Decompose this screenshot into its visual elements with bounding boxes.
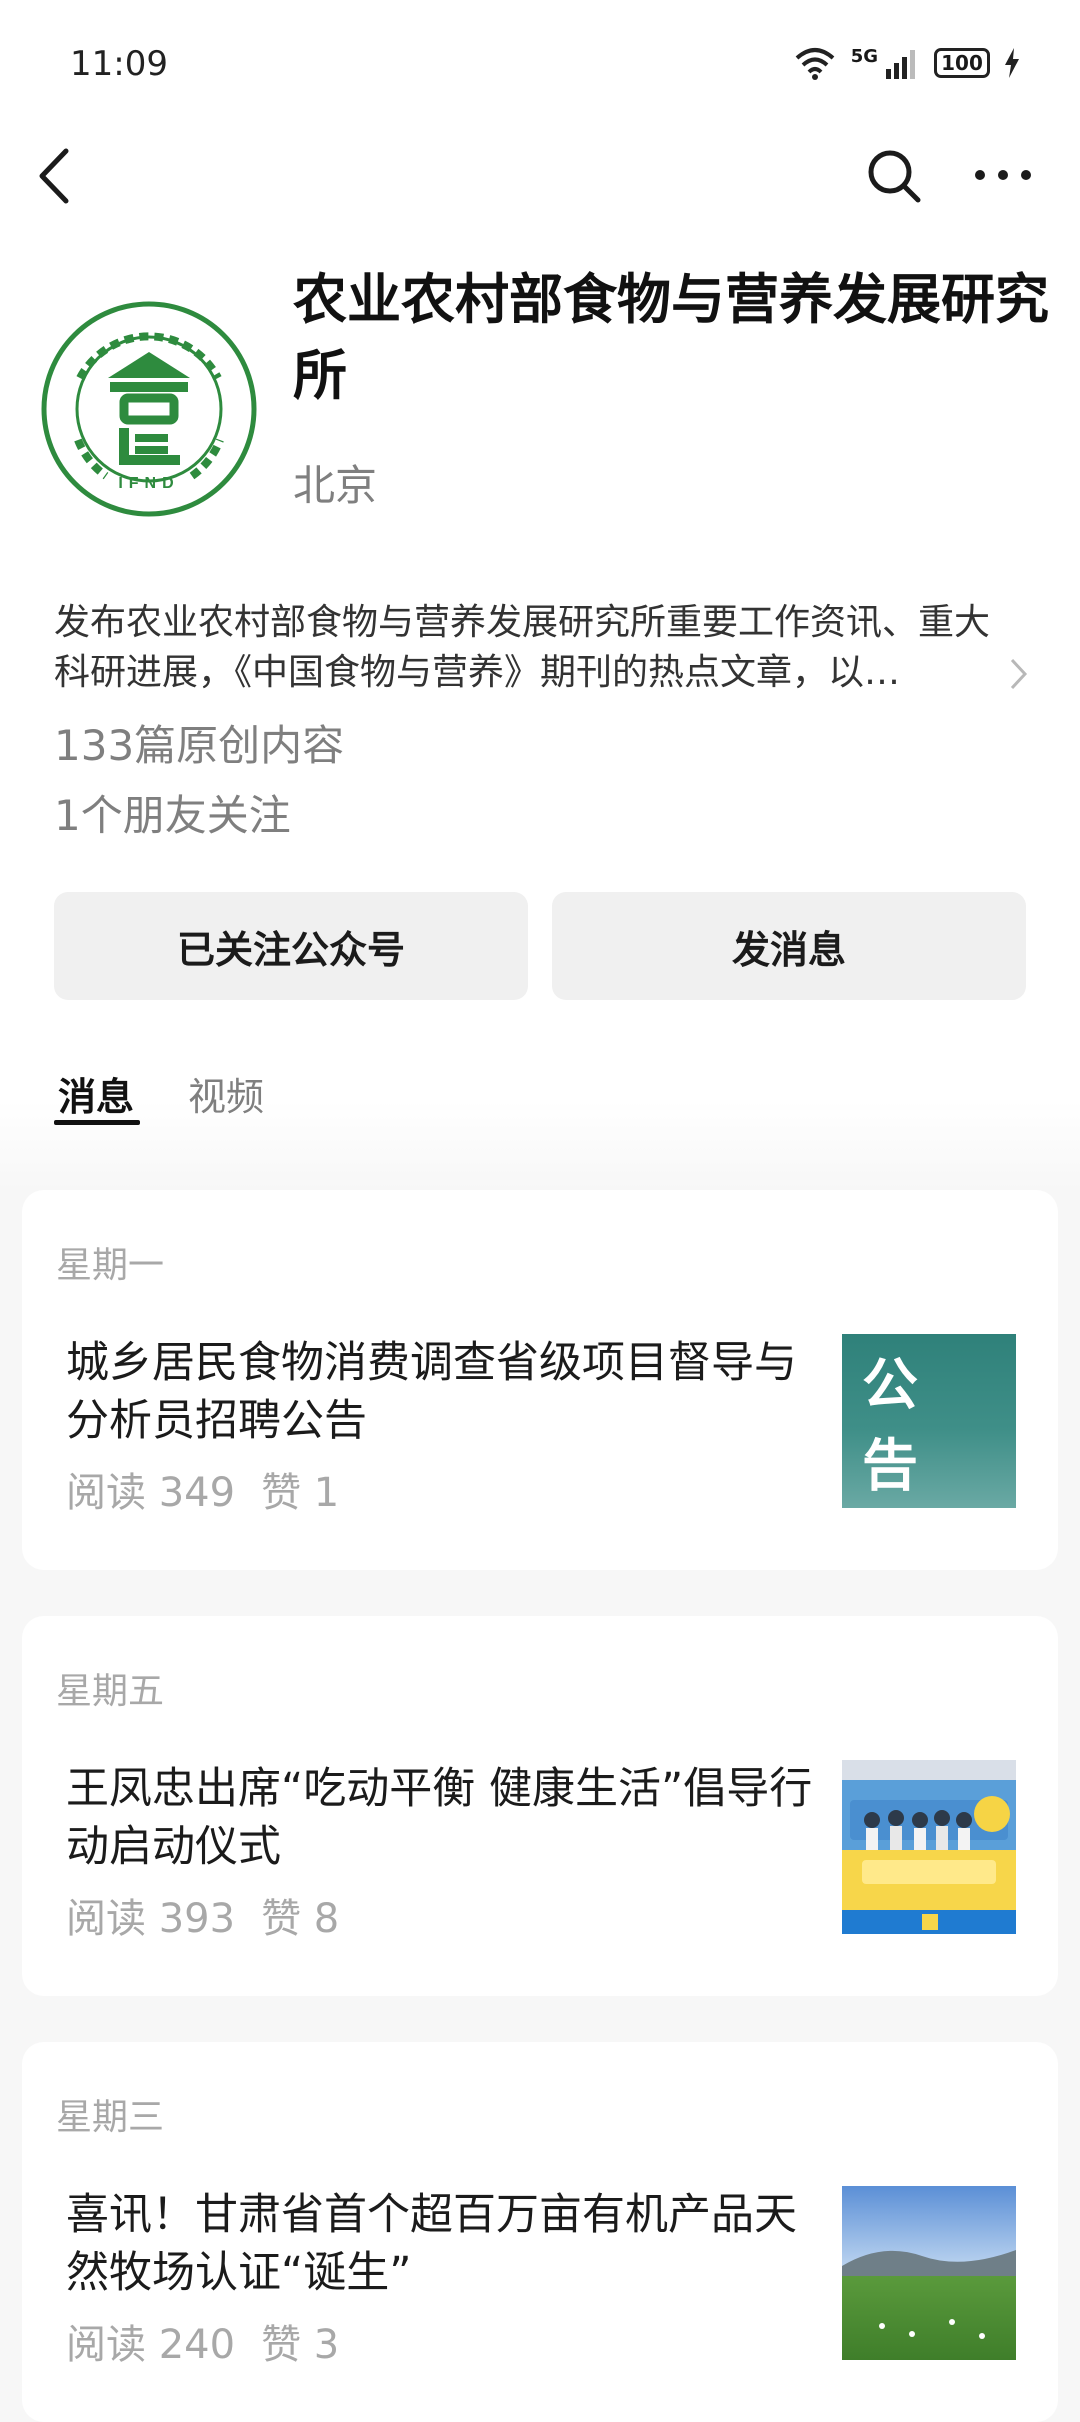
chevron-right-icon[interactable] [1008,656,1030,692]
signal-icon [886,50,915,79]
tab-messages[interactable]: 消息 [58,1066,134,1121]
article-thumbnail[interactable]: 公告 [842,1334,1016,1508]
battery-level: 100 [941,51,983,75]
article-card[interactable]: 星期三 喜讯！甘肃省首个超百万亩有机产品天然牧场认证“诞生” 阅读 240 赞 3 [22,2042,1058,2422]
article-thumbnail[interactable] [842,1760,1016,1934]
article-title[interactable]: 城乡居民食物消费调查省级项目督导与分析员招聘公告 [66,1334,836,1450]
account-location: 北京 [293,461,378,510]
logo-letters: IFND [118,475,179,492]
account-name: 农业农村部食物与营养发展研究所 [293,268,1049,407]
article-title[interactable]: 喜讯！甘肃省首个超百万亩有机产品天然牧场认证“诞生” [66,2186,836,2302]
article-stats: 阅读 349 赞 1 [66,1460,339,1518]
friends-following-count[interactable]: 1个朋友关注 [54,782,291,843]
tab-videos[interactable]: 视频 [188,1066,264,1121]
more-options-icon[interactable] [972,160,1034,190]
article-date: 星期三 [56,2097,165,2138]
article-date: 星期一 [56,1245,165,1286]
status-icons: 5G 100 [793,46,1020,80]
read-count: 阅读 393 [66,1896,236,1942]
battery-icon: 100 [934,48,990,78]
like-count: 赞 8 [261,1896,340,1942]
search-icon[interactable] [866,148,922,204]
like-count: 赞 3 [261,2322,340,2368]
charging-icon [1005,48,1019,78]
article-title[interactable]: 王凤忠出席“吃动平衡 健康生活”倡导行动启动仪式 [66,1760,836,1876]
read-count: 阅读 240 [66,2322,236,2368]
like-count: 赞 1 [261,1470,340,1516]
send-message-button[interactable]: 发消息 [552,892,1026,1000]
status-time: 11:09 [70,44,168,84]
article-card[interactable]: 星期五 王凤忠出席“吃动平衡 健康生活”倡导行动启动仪式 阅读 393 赞 8 [22,1616,1058,1996]
article-stats: 阅读 393 赞 8 [66,1886,339,1944]
account-logo-avatar[interactable]: IFND [40,300,258,518]
account-description[interactable]: 发布农业农村部食物与营养发展研究所重要工作资讯、重大科研进展，《中国食物与营养》… [54,598,1004,698]
article-card[interactable]: 星期一 城乡居民食物消费调查省级项目督导与分析员招聘公告 阅读 349 赞 1 公… [22,1190,1058,1570]
network-label: 5G [850,46,878,67]
followed-button[interactable]: 已关注公众号 [54,892,528,1000]
article-thumbnail[interactable] [842,2186,1016,2360]
back-arrow-icon[interactable] [30,145,80,207]
original-content-count[interactable]: 133篇原创内容 [54,712,344,773]
read-count: 阅读 349 [66,1470,236,1516]
header-fade [0,1100,1080,1190]
thumbnail-notice-text: 公告 [862,1352,944,1499]
article-date: 星期五 [56,1671,165,1712]
active-tab-indicator [54,1120,140,1125]
wifi-icon [795,48,835,80]
article-stats: 阅读 240 赞 3 [66,2312,339,2370]
